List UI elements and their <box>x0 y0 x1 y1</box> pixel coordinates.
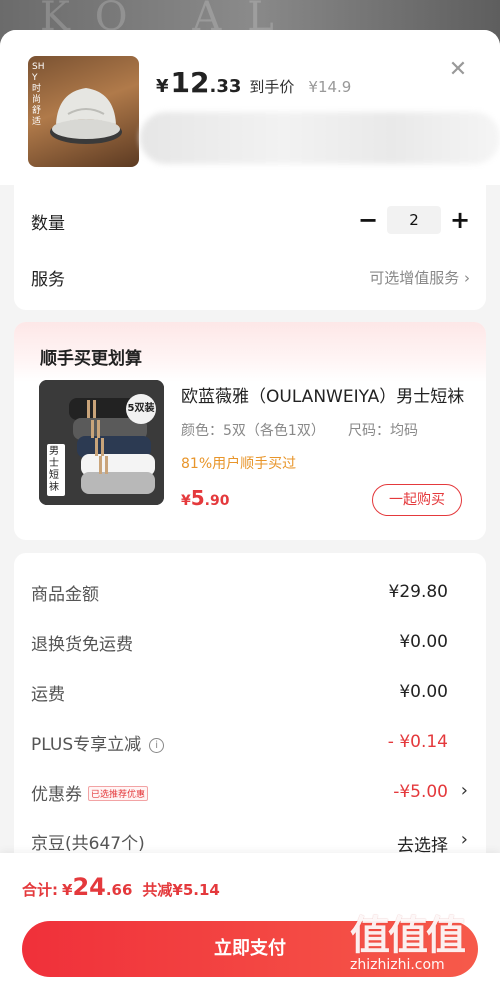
addon-title: 顺手买更划算 <box>40 349 142 369</box>
total-currency: ¥ <box>62 881 73 899</box>
price-integer: 12 <box>170 66 210 99</box>
coupon-badge: 已选推荐优惠 <box>88 786 149 801</box>
fee-label: 京豆(共647个) <box>31 834 145 854</box>
addon-price: ¥5.90 <box>181 486 229 510</box>
fee-label: PLUS专享立减 i <box>31 730 165 755</box>
fee-value: -¥5.00 <box>393 782 448 802</box>
addon-price-decimal: .90 <box>204 493 230 509</box>
thumbnail-label: SHY时尚 舒适 <box>32 62 45 127</box>
chevron-right-icon: › <box>460 829 468 850</box>
addon-product-image[interactable]: 5双装 男士短袜 <box>39 380 164 505</box>
product-price-row: ¥ 12 .33 到手价 ¥14.9 <box>156 66 351 99</box>
quantity-label: 数量 <box>31 214 65 234</box>
close-icon[interactable]: ✕ <box>446 58 470 82</box>
product-thumbnail: SHY时尚 舒适 <box>28 56 139 167</box>
fee-value: ¥0.00 <box>399 682 448 702</box>
service-link[interactable]: 可选增值服务 › <box>369 267 470 288</box>
info-icon[interactable]: i <box>149 738 165 753</box>
addon-price-integer: 5 <box>190 486 205 510</box>
checkout-bar: 合计: ¥ 24 .66 共减¥5.14 立即支付 值值值 zhizhizhi.… <box>0 853 500 983</box>
addon-popularity: 81%用户顺手买过 <box>181 456 297 472</box>
price-decimal: .33 <box>209 76 242 97</box>
fee-row-return-shipping: 退换货免运费 ¥0.00 <box>14 630 486 660</box>
options-card: 数量 − 2 + 服务 可选增值服务 › <box>14 185 486 310</box>
service-label: 服务 <box>31 270 65 290</box>
pack-badge: 5双装 <box>126 394 156 424</box>
minus-button[interactable]: − <box>358 208 378 232</box>
addon-product-name[interactable]: 欧蓝薇雅（OULANWEIYA）男士短袜 <box>181 382 466 407</box>
chevron-right-icon: › <box>460 780 468 801</box>
fee-row-coupon[interactable]: 优惠券 已选推荐优惠 -¥5.00 › <box>14 780 486 810</box>
watermark-url: zhizhizhi.com <box>350 957 445 973</box>
product-header: SHY时尚 舒适 ¥ 12 .33 到手价 ¥14.9 ✕ <box>0 30 500 185</box>
watermark-logo: 值值值 <box>350 913 466 959</box>
buy-together-button[interactable]: 一起购买 <box>372 484 462 516</box>
fee-label: 商品金额 <box>31 585 99 605</box>
quantity-input[interactable]: 2 <box>387 206 441 234</box>
plus-discount-label: PLUS专享立减 <box>31 735 142 755</box>
addon-size-spec: 尺码：均码 <box>348 423 418 439</box>
total-decimal: .66 <box>105 881 133 899</box>
price-currency: ¥ <box>156 76 169 97</box>
plus-button[interactable]: + <box>450 208 470 232</box>
fee-row-subtotal: 商品金额 ¥29.80 <box>14 580 486 610</box>
fee-value: ¥0.00 <box>399 632 448 652</box>
site-watermark: 值值值 zhizhizhi.com <box>350 903 495 975</box>
blurred-product-title <box>140 112 500 164</box>
order-sheet: SHY时尚 舒适 ¥ 12 .33 到手价 ¥14.9 ✕ 数量 − 2 + 服… <box>0 30 500 983</box>
fee-label: 优惠券 已选推荐优惠 <box>31 780 149 805</box>
total-integer: 24 <box>72 873 106 901</box>
fee-row-plus-discount: PLUS专享立减 i - ¥0.14 <box>14 730 486 760</box>
price-tag: 到手价 <box>249 78 295 96</box>
total-saved: 共减¥5.14 <box>142 881 220 899</box>
total-amount: 合计: ¥ 24 .66 共减¥5.14 <box>22 873 220 901</box>
total-label: 合计: <box>22 881 58 899</box>
addon-card: 顺手买更划算 5双装 男士短袜 欧蓝薇雅（OULANWEIYA）男士短袜 颜色： <box>14 322 486 540</box>
fee-row-shipping: 运费 ¥0.00 <box>14 680 486 710</box>
original-price: ¥14.9 <box>308 78 352 96</box>
mens-socks-tag: 男士短袜 <box>47 444 65 496</box>
fee-label: 退换货免运费 <box>31 635 133 655</box>
coupon-label: 优惠券 <box>31 785 82 805</box>
fee-value: ¥29.80 <box>388 582 448 602</box>
addon-color-spec: 颜色：5双（各色1双） <box>181 423 325 439</box>
fee-value: - ¥0.14 <box>387 732 448 752</box>
slipper-image <box>50 88 122 144</box>
fee-label: 运费 <box>31 685 65 705</box>
addon-price-symbol: ¥ <box>181 493 191 509</box>
